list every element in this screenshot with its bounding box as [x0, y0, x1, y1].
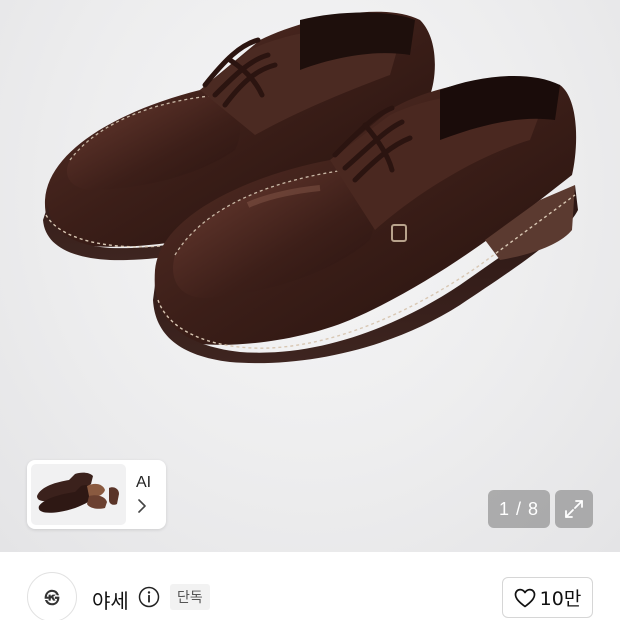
like-button[interactable]: 10만 [502, 577, 593, 618]
image-page-counter: 1 / 8 [488, 490, 550, 528]
ai-similar-thumbnail [31, 464, 126, 525]
heart-icon [514, 588, 536, 607]
seller-bar: ㉿ 야세 단독 10만 [0, 552, 620, 620]
ai-similar-items-card[interactable] [27, 460, 166, 529]
seller-avatar[interactable]: ㉿ [27, 572, 77, 620]
expand-icon [565, 500, 583, 518]
info-icon[interactable] [138, 586, 160, 608]
seller-avatar-logo: ㉿ [44, 588, 60, 607]
exclusive-badge: 단독 [170, 584, 210, 610]
seller-name[interactable]: 야세 [92, 585, 129, 614]
chevron-right-icon[interactable] [136, 498, 148, 514]
expand-image-button[interactable] [555, 490, 593, 528]
like-count: 10만 [539, 588, 582, 610]
ai-label: AI [136, 474, 152, 491]
